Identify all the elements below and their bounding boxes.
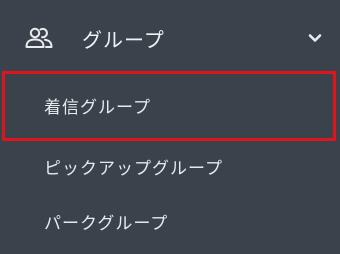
menu-item-pickup-group[interactable]: ピックアップグループ xyxy=(0,140,340,196)
sidebar-menu: グループ 着信グループ ピックアップグループ パークグループ xyxy=(0,0,340,254)
group-menu-label: グループ xyxy=(82,28,165,52)
menu-item-park-group[interactable]: パークグループ xyxy=(0,195,340,251)
menu-item-incoming-group[interactable]: 着信グループ xyxy=(0,72,340,128)
chevron-down-icon[interactable] xyxy=(306,29,324,47)
menu-item-label: パークグループ xyxy=(44,214,169,234)
group-menu-header[interactable]: グループ xyxy=(0,10,340,64)
users-icon xyxy=(24,27,54,49)
menu-item-label: 着信グループ xyxy=(44,98,151,118)
menu-item-label: ピックアップグループ xyxy=(44,159,223,179)
